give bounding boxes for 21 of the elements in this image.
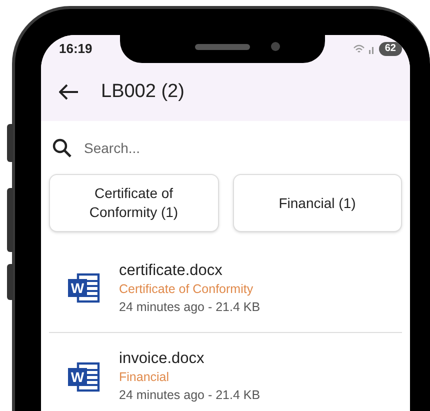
filter-chip[interactable]: Financial (1) — [232, 174, 402, 232]
search-icon — [52, 138, 72, 158]
filter-chip[interactable]: Certificate of Conformity (1) — [49, 174, 218, 232]
file-row[interactable]: W certificate.docx Certificate of Conformity 24 minutes ago - 21.4 KB — [49, 244, 402, 332]
file-name: certificate.docx — [119, 260, 224, 280]
status-time: 16:19 — [59, 40, 92, 58]
side-button[interactable] — [7, 124, 13, 162]
file-meta: 24 minutes ago - 21.4 KB — [119, 387, 260, 404]
signal-icon — [368, 44, 376, 54]
page-title: LB002 (2) — [101, 80, 184, 104]
file-category: Certificate of Conformity — [119, 280, 254, 298]
battery-badge: 62 — [378, 42, 402, 56]
back-arrow-icon[interactable] — [59, 84, 79, 100]
file-name: invoice.docx — [119, 349, 206, 369]
wifi-icon — [352, 44, 365, 54]
file-row[interactable]: W invoice.docx Financial 24 minutes ago - 21.4 KB — [49, 332, 402, 411]
file-meta: 24 minutes ago - 21.4 KB — [119, 298, 260, 316]
search-field[interactable]: Search... — [84, 138, 334, 158]
file-category: Financial — [119, 369, 170, 386]
side-button[interactable] — [7, 264, 13, 300]
speaker-grille — [195, 44, 250, 50]
